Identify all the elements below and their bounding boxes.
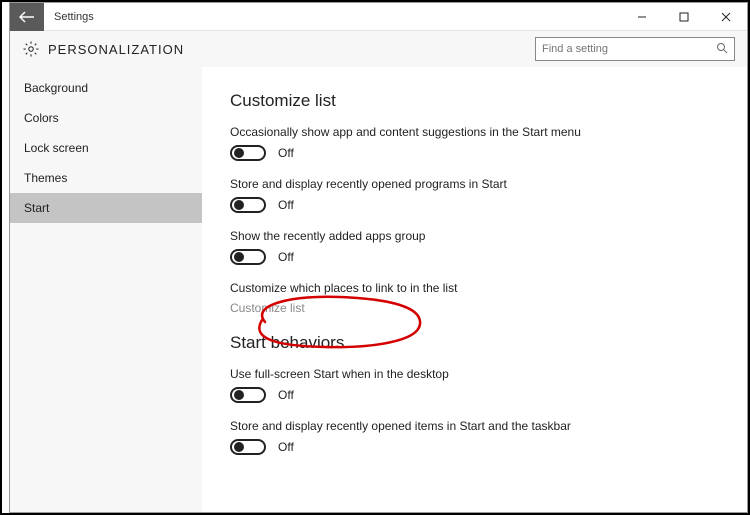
setting-label: Show the recently added apps group <box>230 229 719 243</box>
search-icon <box>716 42 728 57</box>
setting-label: Occasionally show app and content sugges… <box>230 125 719 139</box>
toggle-state: Off <box>278 250 294 264</box>
setting-label: Use full-screen Start when in the deskto… <box>230 367 719 381</box>
maximize-button[interactable] <box>663 3 705 31</box>
toggle-recently-added[interactable] <box>230 249 266 265</box>
sidebar-item-label: Background <box>24 81 88 95</box>
close-button[interactable] <box>705 3 747 31</box>
setting-customize-places: Customize which places to link to in the… <box>230 281 719 315</box>
customize-list-link[interactable]: Customize list <box>230 301 719 315</box>
content-area: Customize list Occasionally show app and… <box>202 67 747 512</box>
back-button[interactable] <box>10 3 44 31</box>
sidebar-item-colors[interactable]: Colors <box>10 103 202 133</box>
page-header: PERSONALIZATION <box>10 31 747 67</box>
toggle-recent-items[interactable] <box>230 439 266 455</box>
sidebar-item-label: Themes <box>24 171 67 185</box>
toggle-recent-programs[interactable] <box>230 197 266 213</box>
toggle-state: Off <box>278 440 294 454</box>
body: Background Colors Lock screen Themes Sta… <box>10 67 747 512</box>
window-title: Settings <box>54 11 94 23</box>
sidebar-item-lock-screen[interactable]: Lock screen <box>10 133 202 163</box>
toggle-state: Off <box>278 198 294 212</box>
sidebar-item-label: Lock screen <box>24 141 89 155</box>
setting-label: Store and display recently opened progra… <box>230 177 719 191</box>
toggle-state: Off <box>278 388 294 402</box>
settings-window: Settings PERSONALIZATION Bac <box>9 2 748 513</box>
titlebar: Settings <box>10 3 747 31</box>
search-box[interactable] <box>535 37 735 61</box>
sidebar-item-label: Colors <box>24 111 59 125</box>
setting-label: Store and display recently opened items … <box>230 419 719 433</box>
toggle-fullscreen-start[interactable] <box>230 387 266 403</box>
setting-label: Customize which places to link to in the… <box>230 281 719 295</box>
setting-recent-programs: Store and display recently opened progra… <box>230 177 719 213</box>
setting-recently-added: Show the recently added apps group Off <box>230 229 719 265</box>
setting-suggestions: Occasionally show app and content sugges… <box>230 125 719 161</box>
toggle-state: Off <box>278 146 294 160</box>
sidebar-item-label: Start <box>24 201 49 215</box>
minimize-button[interactable] <box>621 3 663 31</box>
window-controls <box>621 3 747 31</box>
toggle-suggestions[interactable] <box>230 145 266 161</box>
sidebar: Background Colors Lock screen Themes Sta… <box>10 67 202 512</box>
gear-icon <box>22 40 40 58</box>
group-title-customize-list: Customize list <box>230 91 719 111</box>
sidebar-item-background[interactable]: Background <box>10 73 202 103</box>
setting-fullscreen-start: Use full-screen Start when in the deskto… <box>230 367 719 403</box>
sidebar-item-themes[interactable]: Themes <box>10 163 202 193</box>
search-input[interactable] <box>542 43 716 55</box>
setting-recent-items: Store and display recently opened items … <box>230 419 719 455</box>
section-title: PERSONALIZATION <box>48 42 184 57</box>
sidebar-item-start[interactable]: Start <box>10 193 202 223</box>
group-title-start-behaviors: Start behaviors <box>230 333 719 353</box>
